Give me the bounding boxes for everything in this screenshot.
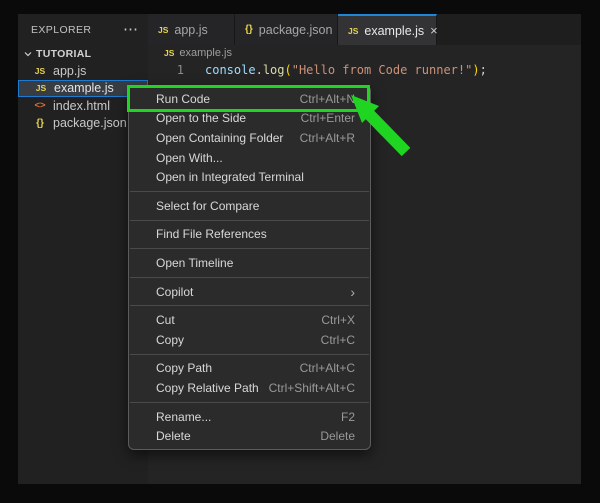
menu-item-label: Open in Integrated Terminal — [156, 170, 304, 184]
menu-item-delete[interactable]: Delete Delete — [129, 426, 370, 446]
explorer-header: EXPLORER ⋯ — [18, 14, 148, 46]
code-token: ) — [472, 63, 479, 77]
screenshot-stage: EXPLORER ⋯ TUTORIAL JS app.js JS example.js… — [0, 0, 600, 503]
menu-separator — [130, 248, 369, 249]
code-token: . — [256, 63, 263, 77]
code-line-1[interactable]: 1 console.log("Hello from Code runner!")… — [148, 61, 581, 79]
menu-item-label: Select for Compare — [156, 199, 259, 213]
menu-separator — [130, 354, 369, 355]
menu-item-label: Open With... — [156, 151, 223, 165]
menu-item-copy[interactable]: Copy Ctrl+C — [129, 330, 370, 350]
tab-example-js[interactable]: JS example.js × — [338, 14, 437, 45]
menu-separator — [130, 191, 369, 192]
html-file-icon: <> — [33, 100, 47, 111]
menu-item-open-timeline[interactable]: Open Timeline — [129, 253, 370, 273]
tab-app-js[interactable]: JS app.js — [148, 14, 235, 45]
file-name: package.json — [53, 116, 127, 130]
tab-package-json[interactable]: {} package.json — [235, 14, 338, 45]
close-icon[interactable]: × — [430, 24, 438, 37]
menu-item-label: Open to the Side — [156, 111, 246, 125]
code-text: console.log("Hello from Code runner!"); — [205, 63, 487, 77]
folder-tutorial[interactable]: TUTORIAL — [18, 46, 148, 62]
tab-label: example.js — [364, 24, 424, 38]
menu-item-shortcut: Ctrl+C — [321, 333, 355, 347]
menu-item-cut[interactable]: Cut Ctrl+X — [129, 310, 370, 330]
menu-item-rename[interactable]: Rename... F2 — [129, 407, 370, 427]
menu-item-shortcut: Ctrl+Alt+C — [300, 361, 355, 375]
menu-item-shortcut: Ctrl+Shift+Alt+C — [269, 381, 355, 395]
breadcrumb[interactable]: JS example.js — [148, 45, 581, 61]
tab-bar: JS app.js {} package.json JS example.js × — [148, 14, 581, 45]
menu-item-shortcut: Ctrl+Alt+N — [300, 92, 355, 106]
menu-item-open-to-the-side[interactable]: Open to the Side Ctrl+Enter — [129, 109, 370, 129]
menu-item-open-containing-folder[interactable]: Open Containing Folder Ctrl+Alt+R — [129, 128, 370, 148]
menu-item-shortcut: Ctrl+Alt+R — [300, 131, 355, 145]
menu-item-label: Rename... — [156, 410, 211, 424]
code-token: console — [205, 63, 256, 77]
json-file-icon: {} — [33, 118, 47, 129]
menu-item-shortcut: Delete — [320, 429, 355, 443]
menu-item-open-in-integrated-terminal[interactable]: Open in Integrated Terminal — [129, 167, 370, 187]
file-name: index.html — [53, 99, 110, 113]
code-token: ( — [285, 63, 292, 77]
menu-item-copy-path[interactable]: Copy Path Ctrl+Alt+C — [129, 359, 370, 379]
menu-item-label: Delete — [156, 429, 191, 443]
menu-item-label: Copilot — [156, 285, 193, 299]
menu-item-find-file-references[interactable]: Find File References — [129, 225, 370, 245]
line-number: 1 — [148, 63, 184, 77]
menu-item-select-for-compare[interactable]: Select for Compare — [129, 196, 370, 216]
file-name: app.js — [53, 64, 86, 78]
tab-label: app.js — [174, 23, 207, 37]
context-menu: Run Code Ctrl+Alt+N Open to the Side Ctrl+E… — [128, 85, 371, 450]
menu-item-label: Copy Relative Path — [156, 381, 259, 395]
js-file-icon: JS — [164, 48, 174, 58]
menu-separator — [130, 277, 369, 278]
breadcrumb-file-label: example.js — [179, 47, 232, 59]
code-token: ; — [480, 63, 487, 77]
file-item-app-js[interactable]: JS app.js — [18, 62, 148, 80]
menu-item-run-code[interactable]: Run Code Ctrl+Alt+N — [129, 89, 370, 109]
menu-item-open-with[interactable]: Open With... — [129, 148, 370, 168]
folder-label: TUTORIAL — [36, 48, 91, 60]
menu-item-copilot[interactable]: Copilot › — [129, 282, 370, 302]
js-file-icon: JS — [33, 66, 47, 76]
js-file-icon: JS — [348, 26, 358, 36]
menu-separator — [130, 220, 369, 221]
menu-item-label: Open Timeline — [156, 256, 233, 270]
js-file-icon: JS — [34, 83, 48, 93]
tab-label: package.json — [259, 23, 333, 37]
submenu-chevron-icon: › — [350, 286, 355, 298]
chevron-down-icon — [23, 49, 33, 59]
menu-item-shortcut: Ctrl+Enter — [301, 111, 355, 125]
menu-item-label: Cut — [156, 313, 175, 327]
js-file-icon: JS — [158, 25, 168, 35]
menu-item-copy-relative-path[interactable]: Copy Relative Path Ctrl+Shift+Alt+C — [129, 378, 370, 398]
explorer-title: EXPLORER — [31, 24, 91, 36]
menu-item-label: Copy — [156, 333, 184, 347]
menu-item-label: Run Code — [156, 92, 210, 106]
json-file-icon: {} — [245, 24, 253, 35]
code-token: "Hello from Code runner!" — [292, 63, 473, 77]
menu-item-label: Find File References — [156, 227, 267, 241]
menu-item-shortcut: F2 — [341, 410, 355, 424]
menu-separator — [130, 305, 369, 306]
menu-separator — [130, 402, 369, 403]
menu-item-label: Copy Path — [156, 361, 212, 375]
more-actions-icon[interactable]: ⋯ — [123, 25, 138, 35]
menu-item-shortcut: Ctrl+X — [321, 313, 355, 327]
menu-item-label: Open Containing Folder — [156, 131, 283, 145]
code-token: log — [263, 63, 285, 77]
file-name: example.js — [54, 81, 114, 95]
